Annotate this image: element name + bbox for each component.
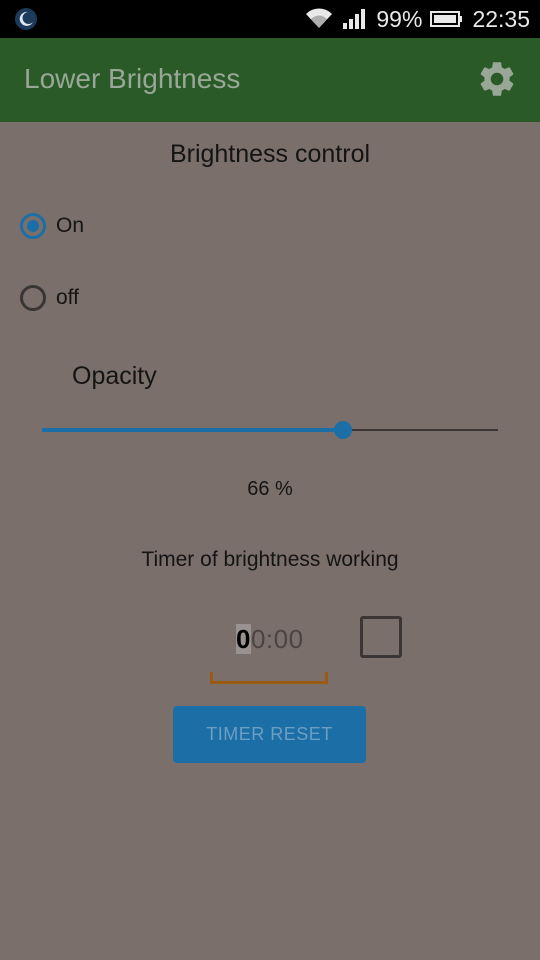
timer-label: Timer of brightness working [141,548,399,571]
status-bar: 99% 22:35 [0,0,540,38]
radio-on-dot [27,220,39,232]
opacity-slider[interactable] [42,418,498,442]
slider-fill [42,428,343,432]
timer-time-field[interactable]: 00:00 [210,616,328,686]
battery-percent: 99% [376,5,423,32]
wifi-icon [304,8,334,30]
radio-off[interactable]: off [20,281,220,315]
status-right-group: 99% 22:35 [304,0,530,38]
timer-field-underline [210,672,328,684]
app-bar: Lower Brightness [0,38,540,122]
signal-icon [342,8,368,30]
timer-time-text[interactable]: 00:00 [236,624,304,655]
moon-icon [15,8,37,30]
opacity-label: Opacity [72,362,157,390]
brightness-control-title: Brightness control [169,140,371,168]
radio-on-label: On [56,214,85,237]
battery-icon [430,9,464,29]
radio-on-indicator[interactable] [20,213,46,239]
timer-checkbox[interactable] [360,616,402,658]
gear-icon[interactable] [476,58,518,100]
timer-selected-digit: 0 [236,624,251,654]
timer-reset-button[interactable]: TIMER RESET [173,706,366,763]
slider-thumb[interactable] [334,421,352,439]
timer-remaining: 0:00 [250,624,304,654]
app-title: Lower Brightness [24,63,241,94]
opacity-percent: 66 % [247,478,293,500]
radio-off-label: off [56,286,79,309]
radio-off-indicator[interactable] [20,285,46,311]
radio-on[interactable]: On [20,209,220,243]
status-time: 22:35 [472,5,530,32]
